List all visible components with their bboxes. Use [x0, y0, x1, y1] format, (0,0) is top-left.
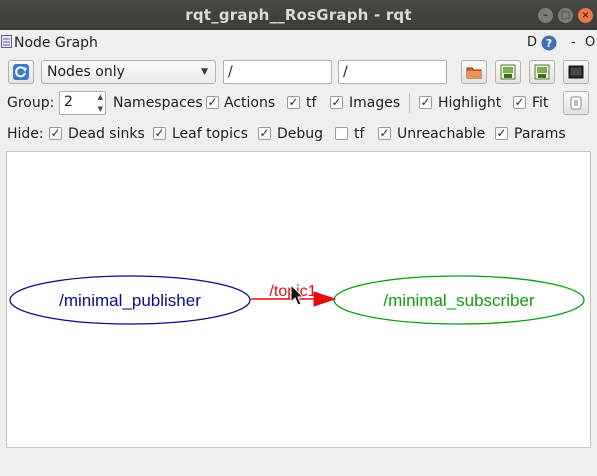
highlight-checkbox[interactable]: ✓	[419, 96, 432, 109]
group-value: 2	[64, 94, 73, 110]
plugin-dock-button[interactable]: D	[527, 35, 537, 51]
window-title: rqt_graph__RosGraph - rqt	[185, 6, 412, 24]
fit-checkbox[interactable]: ✓	[513, 96, 526, 109]
refresh-button[interactable]	[8, 60, 34, 84]
fit-label: Fit	[532, 95, 549, 111]
namespaces-checkbox[interactable]: ✓	[206, 96, 219, 109]
hide-unreachable-label: Unreachable	[397, 126, 486, 142]
hide-leaf-topics-label: Leaf topics	[172, 126, 248, 142]
save-image-icon	[534, 64, 550, 80]
hide-unreachable-checkbox[interactable]: ✓	[378, 127, 391, 140]
svg-text:?: ?	[546, 37, 552, 50]
hide-dead-sinks-checkbox[interactable]: ✓	[49, 127, 62, 140]
hide-tf-label: tf	[354, 126, 365, 142]
node-graph-icon	[1, 35, 12, 48]
spin-up-icon[interactable]: ▲	[98, 93, 103, 101]
hide-params-checkbox[interactable]: ✓	[495, 127, 508, 140]
load-graph-button[interactable]	[461, 60, 487, 84]
plugin-close-button[interactable]: -	[571, 35, 576, 51]
divider	[409, 93, 410, 113]
node-filter-input[interactable]	[223, 60, 332, 84]
group-spinbox[interactable]: 2 ▲ ▼	[59, 91, 106, 115]
hide-debug-checkbox[interactable]: ✓	[258, 127, 271, 140]
graph-canvas[interactable]: /minimal_publisher /minimal_subscriber /…	[6, 151, 591, 448]
tf-label: tf	[306, 95, 317, 111]
images-checkbox[interactable]: ✓	[330, 96, 343, 109]
hide-dead-sinks-label: Dead sinks	[68, 126, 145, 142]
hide-label: Hide:	[7, 126, 44, 142]
plugin-header: Node Graph D ? - O	[0, 32, 597, 54]
node-minimal-publisher-label: /minimal_publisher	[59, 291, 201, 310]
open-folder-icon	[466, 67, 482, 79]
fit-in-view-button[interactable]	[563, 91, 589, 115]
save-image-icon	[500, 64, 516, 80]
fit-view-icon	[570, 96, 582, 110]
save-image-button[interactable]	[563, 60, 589, 84]
chevron-down-icon: ▼	[201, 67, 208, 77]
node-minimal-subscriber-label: /minimal_subscriber	[383, 291, 534, 310]
screenshot-icon	[568, 65, 584, 79]
graph-svg: /minimal_publisher /minimal_subscriber /…	[9, 275, 585, 325]
hide-debug-label: Debug	[277, 126, 324, 142]
edge-arrowhead	[313, 291, 337, 307]
options-row: Group: 2 ▲ ▼ Namespaces ✓ Actions ✓ tf ✓…	[0, 90, 597, 116]
highlight-label: Highlight	[438, 95, 502, 111]
save-dot-button[interactable]	[495, 60, 521, 84]
plugin-options-button[interactable]: O	[585, 35, 595, 51]
help-icon[interactable]: ?	[541, 35, 557, 51]
refresh-icon	[13, 64, 29, 80]
group-label: Group:	[7, 95, 55, 111]
maximize-button[interactable]: □	[558, 8, 573, 23]
topic-filter-input[interactable]	[338, 60, 447, 84]
close-button[interactable]: ×	[578, 8, 593, 23]
hide-tf-checkbox[interactable]	[335, 127, 348, 140]
actions-label: Actions	[224, 95, 276, 111]
spin-down-icon[interactable]: ▼	[98, 105, 103, 113]
namespaces-label: Namespaces	[113, 95, 203, 111]
tf-checkbox[interactable]: ✓	[287, 96, 300, 109]
window-titlebar: rqt_graph__RosGraph - rqt – □ ×	[0, 0, 597, 30]
graph-toolbar: Nodes only ▼	[0, 59, 597, 85]
hide-row: Hide: ✓ Dead sinks ✓ Leaf topics ✓ Debug…	[0, 121, 597, 145]
graph-mode-value: Nodes only	[47, 64, 125, 80]
plugin-title: Node Graph	[14, 35, 98, 51]
hide-params-label: Params	[514, 126, 566, 142]
graph-mode-select[interactable]: Nodes only ▼	[41, 60, 216, 84]
hide-leaf-topics-checkbox[interactable]: ✓	[153, 127, 166, 140]
images-label: Images	[349, 95, 401, 111]
save-svg-button[interactable]	[529, 60, 555, 84]
minimize-button[interactable]: –	[538, 8, 553, 23]
status-area	[0, 452, 597, 476]
